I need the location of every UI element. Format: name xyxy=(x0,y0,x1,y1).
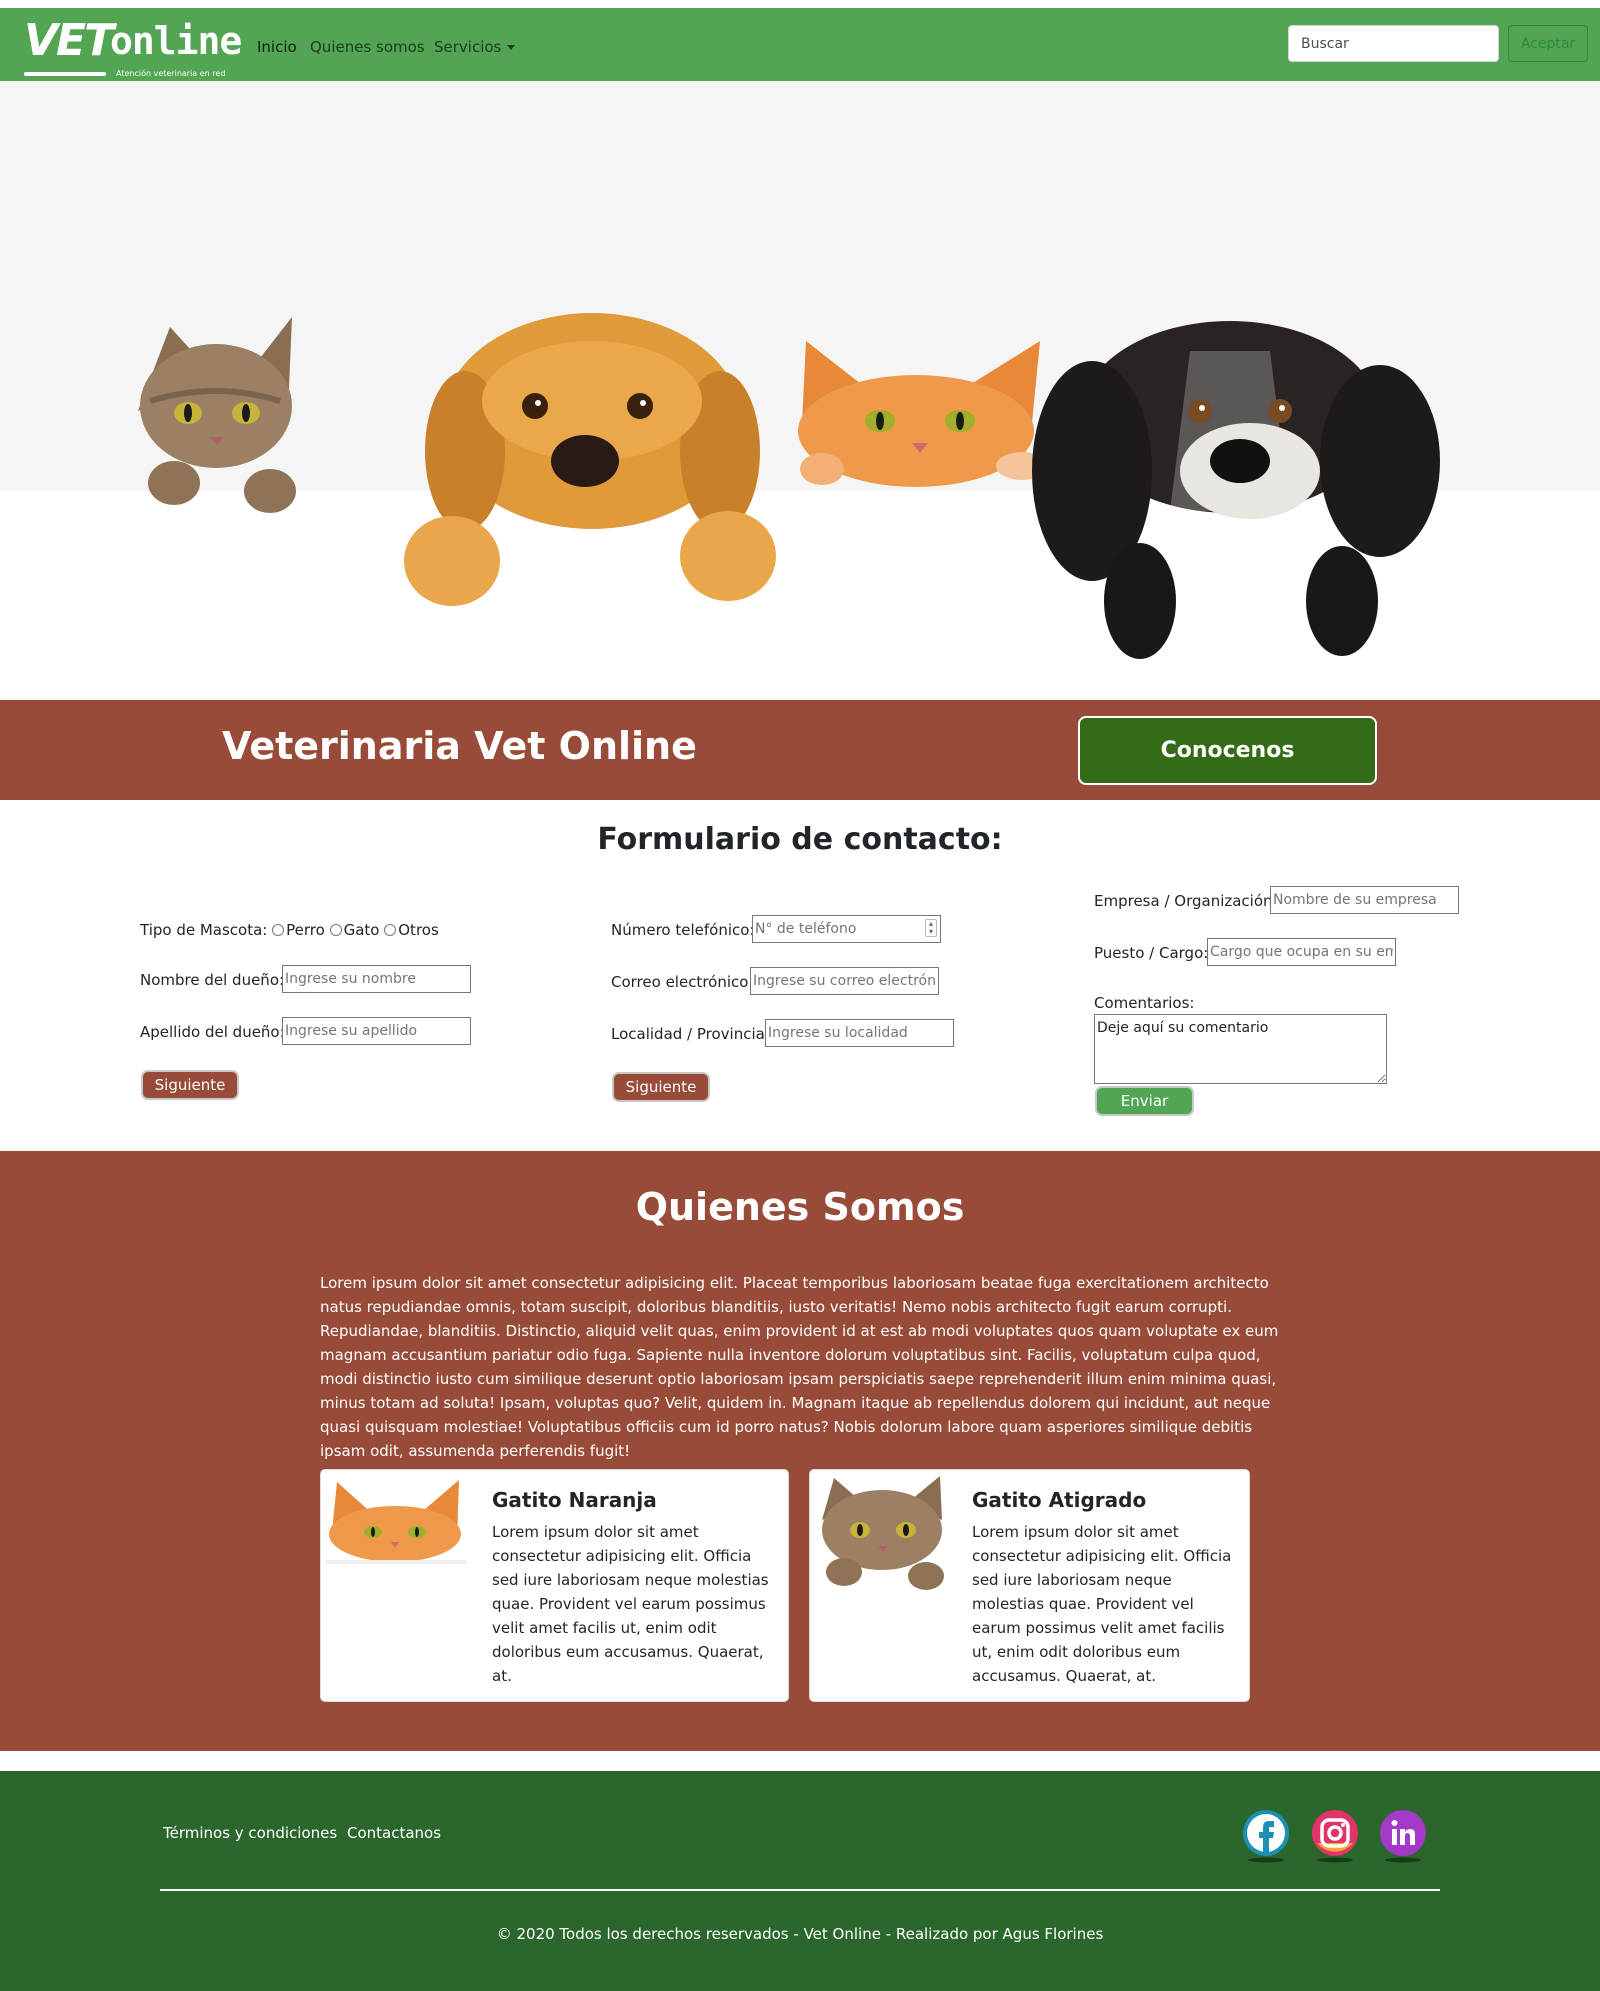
vet-online-logo[interactable]: VET online Atención veterinaria en red xyxy=(24,15,242,78)
radio-otros-label: Otros xyxy=(398,921,439,939)
about-title: Quienes Somos xyxy=(635,1185,965,1229)
send-button[interactable]: Enviar xyxy=(1095,1086,1194,1116)
hero-pets-image xyxy=(138,313,1440,659)
card-gatito-atigrado: Gatito Atigrado Lorem ipsum dolor sit am… xyxy=(809,1469,1250,1702)
nav-link-quienes-somos[interactable]: Quienes somos xyxy=(310,38,425,56)
next-button-1[interactable]: Siguiente xyxy=(141,1070,239,1100)
card-text: Lorem ipsum dolor sit amet consectetur a… xyxy=(492,1523,769,1685)
about-text: Lorem ipsum dolor sit amet consectetur a… xyxy=(320,1274,1279,1460)
logo-underline xyxy=(24,72,106,76)
email-input[interactable] xyxy=(750,967,939,995)
company-label: Empresa / Organización: xyxy=(1094,892,1278,910)
contact-form-title: Formulario de contacto: xyxy=(597,822,1003,857)
tabby-cat-image xyxy=(814,1472,954,1592)
position-input[interactable] xyxy=(1207,938,1396,966)
nav-dropdown-servicios-label: Servicios xyxy=(434,38,502,56)
black-white-dog-illustration xyxy=(1032,321,1440,659)
company-input[interactable] xyxy=(1270,886,1459,914)
logo-online: online xyxy=(110,19,242,63)
card-title: Gatito Atigrado xyxy=(972,1488,1147,1512)
copyright-text: © 2020 Todos los derechos reservados - V… xyxy=(496,1925,1104,1943)
caret-down-icon xyxy=(507,45,516,50)
owner-name-input[interactable] xyxy=(282,965,471,993)
orange-cat-illustration xyxy=(798,341,1048,487)
nav-link-inicio[interactable]: Inicio xyxy=(257,38,297,56)
logo-tagline: Atención veterinaria en red xyxy=(116,69,226,78)
facebook-icon[interactable] xyxy=(1242,1809,1290,1863)
banner-section: Veterinaria Vet Online Conocenos xyxy=(0,700,1600,800)
pet-type-label: Tipo de Mascota: xyxy=(140,921,268,939)
card-text: Lorem ipsum dolor sit amet consectetur a… xyxy=(972,1523,1232,1685)
phone-input[interactable] xyxy=(752,915,941,943)
footer-divider xyxy=(160,1889,1440,1891)
search-submit-button[interactable]: Aceptar xyxy=(1508,25,1588,62)
owner-surname-label: Apellido del dueño: xyxy=(140,1023,285,1041)
location-label: Localidad / Provincia: xyxy=(611,1025,770,1043)
hero-section xyxy=(0,81,1600,700)
next-button-2[interactable]: Siguiente xyxy=(612,1072,710,1102)
card-title: Gatito Naranja xyxy=(492,1488,657,1512)
phone-field-wrapper: ▴▾ xyxy=(752,915,941,943)
logo-vet: VET xyxy=(24,15,114,66)
card-gatito-naranja: Gatito Naranja Lorem ipsum dolor sit ame… xyxy=(320,1469,789,1702)
search-input[interactable] xyxy=(1288,25,1499,62)
radio-perro-label: Perro xyxy=(286,921,325,939)
instagram-icon[interactable] xyxy=(1311,1809,1359,1863)
banner-title: Veterinaria Vet Online xyxy=(222,724,697,768)
footer: Términos y condiciones Contactanos © 202… xyxy=(0,1771,1600,1991)
owner-surname-input[interactable] xyxy=(282,1017,471,1045)
about-section: Quienes Somos Lorem ipsum dolor sit amet… xyxy=(0,1151,1600,1751)
phone-label: Número telefónico: xyxy=(611,921,755,939)
conocenos-button[interactable]: Conocenos xyxy=(1078,716,1377,785)
comments-textarea[interactable]: Deje aquí su comentario xyxy=(1094,1014,1387,1084)
nav-dropdown-servicios[interactable]: Servicios xyxy=(434,38,516,56)
email-label: Correo electrónico: xyxy=(611,973,754,991)
radio-perro[interactable] xyxy=(272,924,285,936)
terms-link[interactable]: Términos y condiciones xyxy=(163,1824,337,1842)
linkedin-icon[interactable] xyxy=(1379,1809,1427,1863)
location-input[interactable] xyxy=(765,1019,954,1047)
radio-otros[interactable] xyxy=(384,924,397,936)
golden-retriever-illustration xyxy=(404,313,776,606)
radio-gato-label: Gato xyxy=(343,921,380,939)
owner-name-label: Nombre del dueño: xyxy=(140,971,285,989)
navbar: VET online Atención veterinaria en red I… xyxy=(0,8,1600,81)
top-strip xyxy=(0,0,1600,8)
comments-label: Comentarios: xyxy=(1094,994,1195,1012)
tabby-cat-illustration xyxy=(138,317,296,513)
pet-type-group: Tipo de Mascota: Perro Gato Otros xyxy=(140,921,439,939)
contact-link[interactable]: Contactanos xyxy=(347,1824,441,1842)
orange-cat-image xyxy=(325,1472,467,1564)
number-stepper-icon[interactable]: ▴ ▾ xyxy=(925,919,937,937)
radio-gato[interactable] xyxy=(329,924,342,936)
position-label: Puesto / Cargo: xyxy=(1094,944,1209,962)
